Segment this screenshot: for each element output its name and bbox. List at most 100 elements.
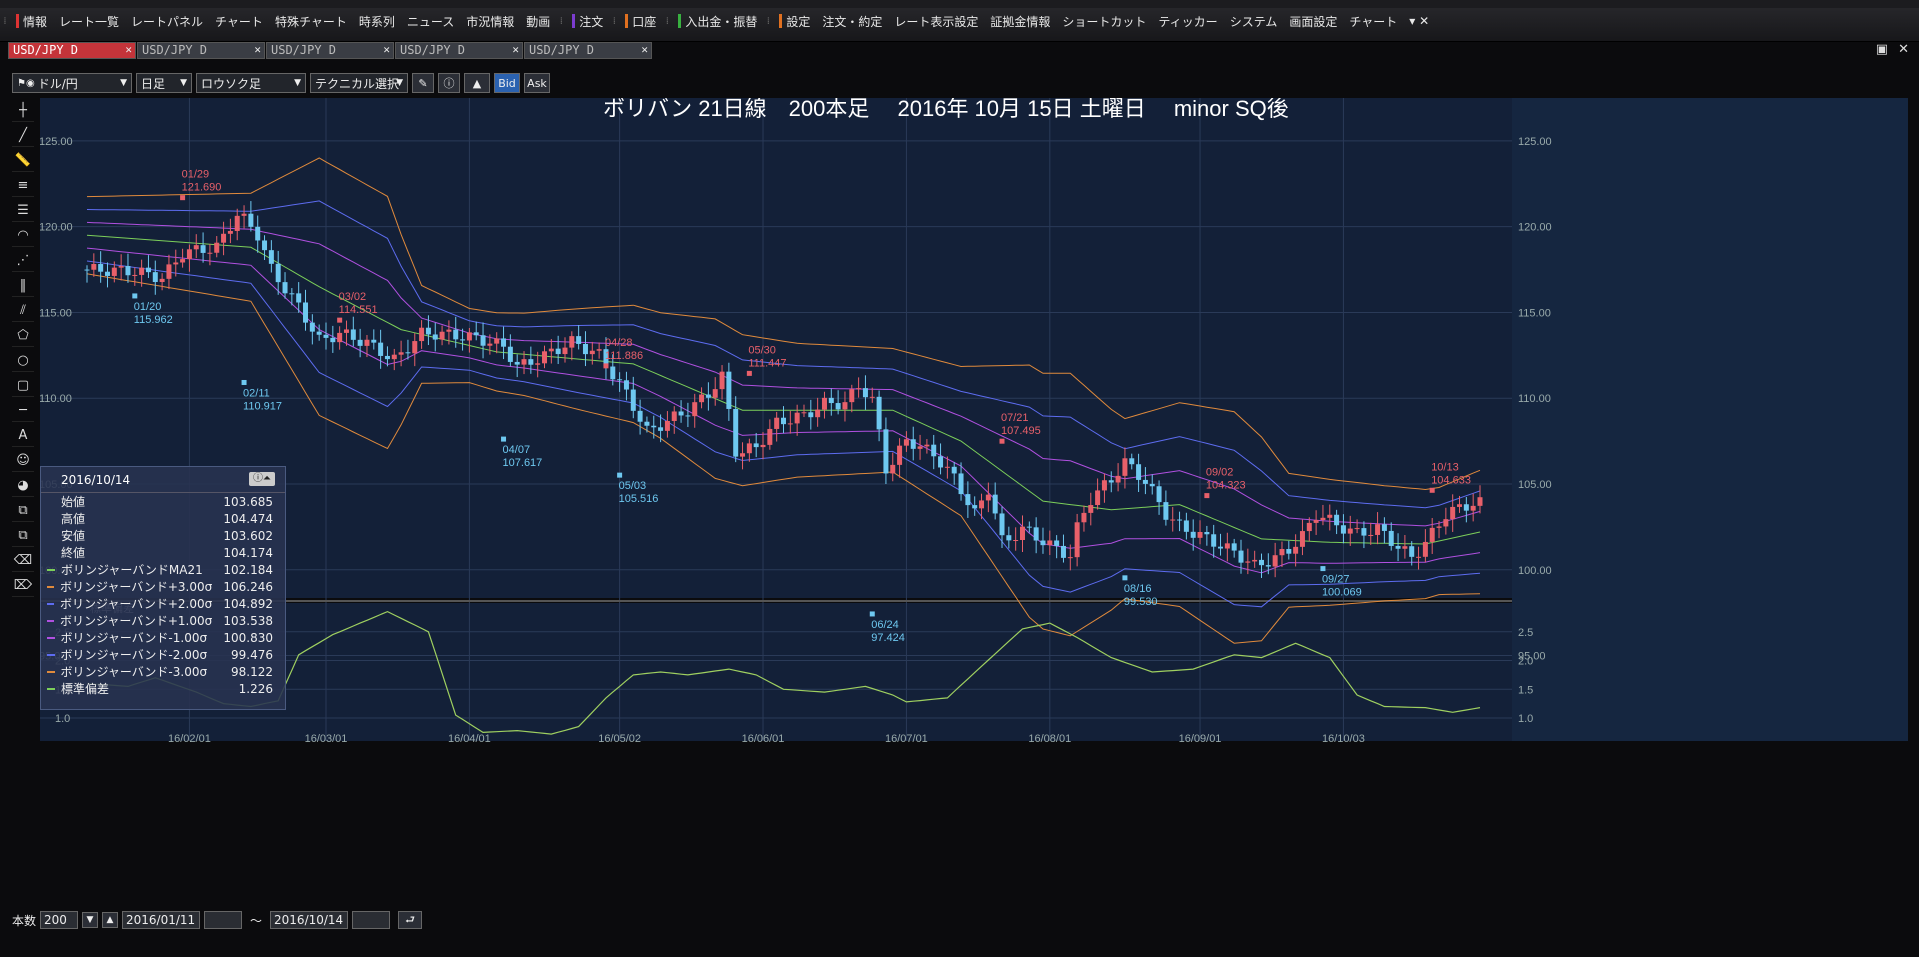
count-up-button[interactable]: ▲ (102, 912, 119, 928)
close-tab-icon[interactable]: ✕ (254, 43, 261, 56)
menu-item[interactable]: 注文・約定 (816, 13, 888, 30)
candle-body (173, 262, 179, 265)
candle-body (719, 371, 725, 390)
currency-pair-select[interactable]: ⚑◉ ドル/円 ▼ (12, 73, 132, 93)
menu-separator: ⁞ (559, 15, 563, 27)
chart-tab[interactable]: USD/JPY D ✕ (395, 42, 523, 59)
to-date-input[interactable]: 2016/10/14 (270, 911, 349, 929)
menu-item[interactable]: レート一覧 (53, 13, 125, 30)
info-button[interactable]: ⓘ (438, 73, 460, 93)
horizontal-line-icon[interactable]: ─ (12, 400, 34, 422)
fib-arc-icon[interactable]: ◠ (12, 225, 34, 247)
menu-item[interactable]: 画面設定 (1283, 13, 1343, 30)
ruler-icon[interactable]: 📏 (12, 150, 34, 172)
menu-item[interactable]: 証拠金情報 (984, 13, 1056, 30)
chart-tab[interactable]: USD/JPY D ✕ (524, 42, 652, 59)
candle-body (1388, 530, 1394, 546)
annotation-date: 07/21 (1001, 412, 1029, 424)
count-input[interactable]: 200 (40, 911, 79, 929)
gann-icon[interactable]: ⫽ (12, 300, 34, 322)
close-tab-icon[interactable]: ✕ (125, 43, 132, 56)
sub-y-tick-label-right: 2.0 (1518, 656, 1533, 668)
color-icon[interactable]: ◕ (12, 475, 34, 497)
area-chart-button[interactable]: ▲ (464, 73, 490, 93)
technical-select[interactable]: テクニカル選択 ▼ (310, 73, 408, 93)
chart-tab[interactable]: USD/JPY D ✕ (137, 42, 265, 59)
ask-button[interactable]: Ask (524, 73, 550, 93)
eraser-all-icon[interactable]: ⌦ (12, 575, 34, 597)
info-row: ボリンジャーバンド-2.00σ 99.476 (41, 646, 285, 663)
from-time-input[interactable] (204, 911, 243, 929)
rectangle-icon[interactable]: ▢ (12, 375, 34, 397)
candle-body (303, 302, 309, 323)
copy-disabled-icon[interactable]: ⧉ (12, 525, 34, 547)
menu-item[interactable]: チャート (209, 13, 269, 30)
menu-item[interactable]: 市況情報 (460, 13, 520, 30)
count-down-button[interactable]: ▼ (82, 912, 99, 928)
eraser-icon[interactable]: ⌫ (12, 550, 34, 572)
info-row-label: ボリンジャーバンド+3.00σ (59, 580, 213, 594)
annotation-date: 10/13 (1431, 461, 1459, 473)
close-window-icon[interactable]: ✕ (1898, 42, 1909, 57)
restore-window-icon[interactable]: ▣ (1876, 42, 1888, 57)
candle-body (125, 266, 131, 276)
timeframe-select[interactable]: 日足 ▼ (136, 73, 192, 93)
candle-body (562, 347, 568, 355)
menu-item[interactable]: 注文 (566, 13, 609, 30)
menu-item[interactable]: 設定 (773, 13, 816, 30)
fibonacci-icon[interactable]: ☰ (12, 200, 34, 222)
menu-item[interactable]: レートパネル (125, 13, 209, 30)
info-icon: ⓘ (443, 77, 455, 90)
info-row-value: 98.122 (231, 664, 273, 679)
candle-body (289, 293, 295, 295)
candle-body (705, 394, 711, 398)
candle-body (760, 444, 766, 448)
menu-item[interactable]: ニュース (401, 13, 460, 30)
menu-item[interactable]: チャート (1343, 13, 1403, 30)
copy-icon[interactable]: ⧉ (12, 500, 34, 522)
candle-body (582, 343, 588, 355)
chart-tab[interactable]: USD/JPY D ✕ (266, 42, 394, 59)
crosshair-icon[interactable]: ┼ (12, 100, 34, 122)
close-tab-icon[interactable]: ✕ (641, 43, 648, 56)
menu-item[interactable]: 入出金・振替 (672, 13, 763, 30)
menu-item[interactable]: ティッカー (1152, 13, 1223, 30)
trendline-icon[interactable]: ╱ (12, 125, 34, 147)
circle-icon[interactable]: ○ (12, 350, 34, 372)
menu-overflow-icon[interactable]: ▾ ✕ (1403, 14, 1435, 28)
candle-body (207, 252, 213, 254)
menu-item[interactable]: システム (1224, 13, 1284, 30)
bid-button[interactable]: Bid (494, 73, 520, 93)
chart-area[interactable]: 16/02/01 16/03/01 16/04/01 16/05/02 16/06/01… (39, 96, 1908, 910)
candle-body (1177, 519, 1183, 521)
from-date-input[interactable]: 2016/01/11 (122, 911, 201, 929)
info-toggle-icon[interactable]: ⓘ⏶ (249, 472, 275, 486)
refresh-button[interactable]: ⮐ (398, 911, 423, 929)
candle-body (111, 267, 117, 276)
menu-item[interactable]: 情報 (10, 13, 53, 30)
menu-item[interactable]: レート表示設定 (888, 13, 984, 30)
pen-button[interactable]: ✎ (412, 73, 434, 93)
menu-item[interactable]: ショートカット (1056, 13, 1152, 30)
close-tab-icon[interactable]: ✕ (383, 43, 390, 56)
menu-item[interactable]: 口座 (619, 13, 662, 30)
menu-item[interactable]: 特殊チャート (269, 13, 353, 30)
chart-svg[interactable]: 16/02/01 16/03/01 16/04/01 16/05/02 16/06/01… (39, 96, 1908, 910)
chevron-down-icon: ▼ (180, 78, 187, 88)
vertical-lines-icon[interactable]: ‖ (12, 275, 34, 297)
menu-item[interactable]: 動画 (520, 13, 556, 30)
menu-item[interactable]: 時系列 (353, 13, 401, 30)
fan-icon[interactable]: ⋰ (12, 250, 34, 272)
annotation-date: 01/20 (134, 301, 162, 313)
chart-tab[interactable]: USD/JPY D ✕ (8, 42, 136, 59)
emoji-icon[interactable]: ☺ (12, 450, 34, 472)
candle-body (726, 371, 732, 409)
candle-body (617, 379, 623, 381)
pentagon-icon[interactable]: ⬠ (12, 325, 34, 347)
menu-item-label: 注文 (579, 14, 604, 29)
close-tab-icon[interactable]: ✕ (512, 43, 519, 56)
chart-type-select[interactable]: ロウソク足 ▼ (196, 73, 306, 93)
text-icon[interactable]: A (12, 425, 34, 447)
to-time-input[interactable] (352, 911, 391, 929)
horizontal-lines-icon[interactable]: ≡ (12, 175, 34, 197)
